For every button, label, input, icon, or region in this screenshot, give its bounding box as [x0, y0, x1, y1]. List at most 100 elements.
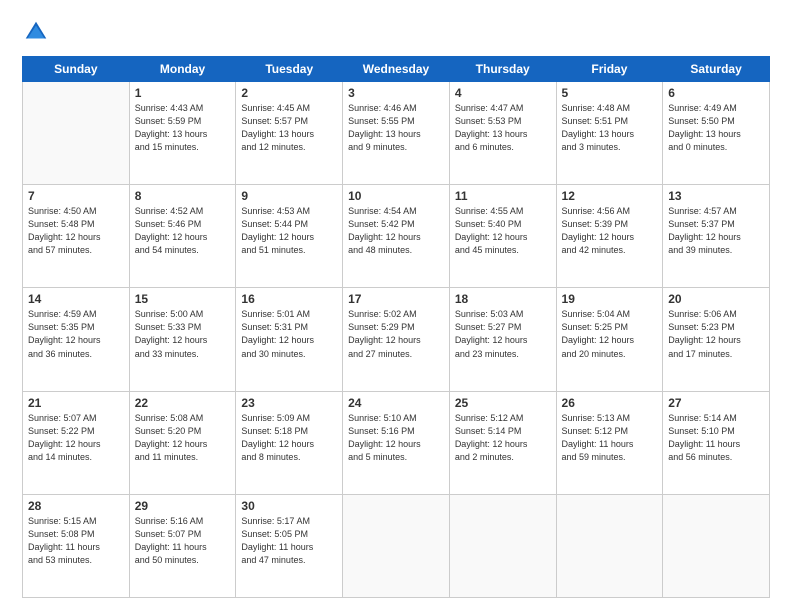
- calendar-cell: 13Sunrise: 4:57 AM Sunset: 5:37 PM Dayli…: [663, 185, 770, 288]
- day-number: 14: [28, 292, 124, 306]
- day-number: 30: [241, 499, 337, 513]
- day-info: Sunrise: 4:50 AM Sunset: 5:48 PM Dayligh…: [28, 205, 124, 257]
- day-header-wednesday: Wednesday: [343, 57, 450, 82]
- day-number: 10: [348, 189, 444, 203]
- day-number: 18: [455, 292, 551, 306]
- day-number: 20: [668, 292, 764, 306]
- day-number: 27: [668, 396, 764, 410]
- calendar-cell: [556, 494, 663, 597]
- calendar-cell: 25 Sunrise: 5:12 AM Sunset: 5:14 PM Dayli…: [449, 391, 556, 494]
- calendar-cell: 18 Sunrise: 5:03 AM Sunset: 5:27 PM Dayli…: [449, 288, 556, 391]
- day-header-tuesday: Tuesday: [236, 57, 343, 82]
- logo-icon: [22, 18, 50, 46]
- calendar-cell: 22 Sunrise: 5:08 AM Sunset: 5:20 PM Dayli…: [129, 391, 236, 494]
- calendar-body: 1Sunrise: 4:43 AM Sunset: 5:59 PM Daylig…: [23, 82, 770, 598]
- day-header-monday: Monday: [129, 57, 236, 82]
- calendar-cell: 12 Sunrise: 4:56 AM Sunset: 5:39 PM Dayli…: [556, 185, 663, 288]
- day-info: Sunrise: 5:02 AM Sunset: 5:29 PM Dayligh…: [348, 308, 444, 360]
- calendar-cell: [663, 494, 770, 597]
- day-info: Sunrise: 5:15 AM Sunset: 5:08 PM Dayligh…: [28, 515, 124, 567]
- day-number: 11: [455, 189, 551, 203]
- day-info: Sunrise: 5:10 AM Sunset: 5:16 PM Dayligh…: [348, 412, 444, 464]
- calendar-cell: 17 Sunrise: 5:02 AM Sunset: 5:29 PM Dayli…: [343, 288, 450, 391]
- day-info: Sunrise: 4:46 AM Sunset: 5:55 PM Dayligh…: [348, 102, 444, 154]
- day-number: 9: [241, 189, 337, 203]
- week-row-3: 21 Sunrise: 5:07 AM Sunset: 5:22 PM Dayli…: [23, 391, 770, 494]
- day-info: Sunrise: 5:09 AM Sunset: 5:18 PM Dayligh…: [241, 412, 337, 464]
- header: [22, 18, 770, 46]
- day-number: 25: [455, 396, 551, 410]
- calendar-cell: 11 Sunrise: 4:55 AM Sunset: 5:40 PM Dayli…: [449, 185, 556, 288]
- day-info: Sunrise: 5:07 AM Sunset: 5:22 PM Dayligh…: [28, 412, 124, 464]
- day-number: 23: [241, 396, 337, 410]
- day-info: Sunrise: 5:00 AM Sunset: 5:33 PM Dayligh…: [135, 308, 231, 360]
- day-info: Sunrise: 4:49 AM Sunset: 5:50 PM Dayligh…: [668, 102, 764, 154]
- day-number: 24: [348, 396, 444, 410]
- calendar-cell: 28 Sunrise: 5:15 AM Sunset: 5:08 PM Dayli…: [23, 494, 130, 597]
- day-number: 17: [348, 292, 444, 306]
- day-info: Sunrise: 4:53 AM Sunset: 5:44 PM Dayligh…: [241, 205, 337, 257]
- day-number: 29: [135, 499, 231, 513]
- calendar-cell: 21 Sunrise: 5:07 AM Sunset: 5:22 PM Dayli…: [23, 391, 130, 494]
- day-info: Sunrise: 5:12 AM Sunset: 5:14 PM Dayligh…: [455, 412, 551, 464]
- day-info: Sunrise: 5:13 AM Sunset: 5:12 PM Dayligh…: [562, 412, 658, 464]
- calendar-cell: 30 Sunrise: 5:17 AM Sunset: 5:05 PM Dayli…: [236, 494, 343, 597]
- calendar-cell: 7 Sunrise: 4:50 AM Sunset: 5:48 PM Daylig…: [23, 185, 130, 288]
- day-info: Sunrise: 4:56 AM Sunset: 5:39 PM Dayligh…: [562, 205, 658, 257]
- week-row-4: 28 Sunrise: 5:15 AM Sunset: 5:08 PM Dayli…: [23, 494, 770, 597]
- calendar-cell: 14Sunrise: 4:59 AM Sunset: 5:35 PM Dayli…: [23, 288, 130, 391]
- day-number: 2: [241, 86, 337, 100]
- day-header-sunday: Sunday: [23, 57, 130, 82]
- calendar-cell: 16 Sunrise: 5:01 AM Sunset: 5:31 PM Dayli…: [236, 288, 343, 391]
- calendar-cell: [449, 494, 556, 597]
- day-info: Sunrise: 4:55 AM Sunset: 5:40 PM Dayligh…: [455, 205, 551, 257]
- day-info: Sunrise: 5:03 AM Sunset: 5:27 PM Dayligh…: [455, 308, 551, 360]
- day-number: 21: [28, 396, 124, 410]
- day-number: 4: [455, 86, 551, 100]
- calendar-table: SundayMondayTuesdayWednesdayThursdayFrid…: [22, 56, 770, 598]
- day-number: 1: [135, 86, 231, 100]
- calendar-cell: 6Sunrise: 4:49 AM Sunset: 5:50 PM Daylig…: [663, 82, 770, 185]
- day-number: 19: [562, 292, 658, 306]
- day-info: Sunrise: 5:01 AM Sunset: 5:31 PM Dayligh…: [241, 308, 337, 360]
- day-info: Sunrise: 5:04 AM Sunset: 5:25 PM Dayligh…: [562, 308, 658, 360]
- calendar-cell: [23, 82, 130, 185]
- logo: [22, 18, 54, 46]
- day-info: Sunrise: 5:14 AM Sunset: 5:10 PM Dayligh…: [668, 412, 764, 464]
- day-header-friday: Friday: [556, 57, 663, 82]
- calendar-cell: 24 Sunrise: 5:10 AM Sunset: 5:16 PM Dayli…: [343, 391, 450, 494]
- day-number: 3: [348, 86, 444, 100]
- calendar-cell: 23 Sunrise: 5:09 AM Sunset: 5:18 PM Dayli…: [236, 391, 343, 494]
- day-info: Sunrise: 5:08 AM Sunset: 5:20 PM Dayligh…: [135, 412, 231, 464]
- week-row-0: 1Sunrise: 4:43 AM Sunset: 5:59 PM Daylig…: [23, 82, 770, 185]
- day-info: Sunrise: 4:57 AM Sunset: 5:37 PM Dayligh…: [668, 205, 764, 257]
- calendar-cell: 19 Sunrise: 5:04 AM Sunset: 5:25 PM Dayli…: [556, 288, 663, 391]
- day-number: 7: [28, 189, 124, 203]
- day-number: 5: [562, 86, 658, 100]
- day-number: 12: [562, 189, 658, 203]
- page: SundayMondayTuesdayWednesdayThursdayFrid…: [0, 0, 792, 612]
- calendar-cell: 3 Sunrise: 4:46 AM Sunset: 5:55 PM Daylig…: [343, 82, 450, 185]
- calendar-cell: 15 Sunrise: 5:00 AM Sunset: 5:33 PM Dayli…: [129, 288, 236, 391]
- day-number: 8: [135, 189, 231, 203]
- day-info: Sunrise: 4:52 AM Sunset: 5:46 PM Dayligh…: [135, 205, 231, 257]
- calendar-cell: 4 Sunrise: 4:47 AM Sunset: 5:53 PM Daylig…: [449, 82, 556, 185]
- day-number: 16: [241, 292, 337, 306]
- calendar-cell: [343, 494, 450, 597]
- day-number: 15: [135, 292, 231, 306]
- day-info: Sunrise: 5:16 AM Sunset: 5:07 PM Dayligh…: [135, 515, 231, 567]
- day-header-thursday: Thursday: [449, 57, 556, 82]
- day-info: Sunrise: 5:06 AM Sunset: 5:23 PM Dayligh…: [668, 308, 764, 360]
- calendar-cell: 29 Sunrise: 5:16 AM Sunset: 5:07 PM Dayli…: [129, 494, 236, 597]
- calendar-cell: 26 Sunrise: 5:13 AM Sunset: 5:12 PM Dayli…: [556, 391, 663, 494]
- week-row-2: 14Sunrise: 4:59 AM Sunset: 5:35 PM Dayli…: [23, 288, 770, 391]
- day-number: 26: [562, 396, 658, 410]
- day-info: Sunrise: 4:47 AM Sunset: 5:53 PM Dayligh…: [455, 102, 551, 154]
- calendar-cell: 9 Sunrise: 4:53 AM Sunset: 5:44 PM Daylig…: [236, 185, 343, 288]
- calendar-cell: 10Sunrise: 4:54 AM Sunset: 5:42 PM Dayli…: [343, 185, 450, 288]
- day-number: 28: [28, 499, 124, 513]
- day-info: Sunrise: 4:45 AM Sunset: 5:57 PM Dayligh…: [241, 102, 337, 154]
- day-info: Sunrise: 5:17 AM Sunset: 5:05 PM Dayligh…: [241, 515, 337, 567]
- calendar-cell: 5Sunrise: 4:48 AM Sunset: 5:51 PM Daylig…: [556, 82, 663, 185]
- day-number: 22: [135, 396, 231, 410]
